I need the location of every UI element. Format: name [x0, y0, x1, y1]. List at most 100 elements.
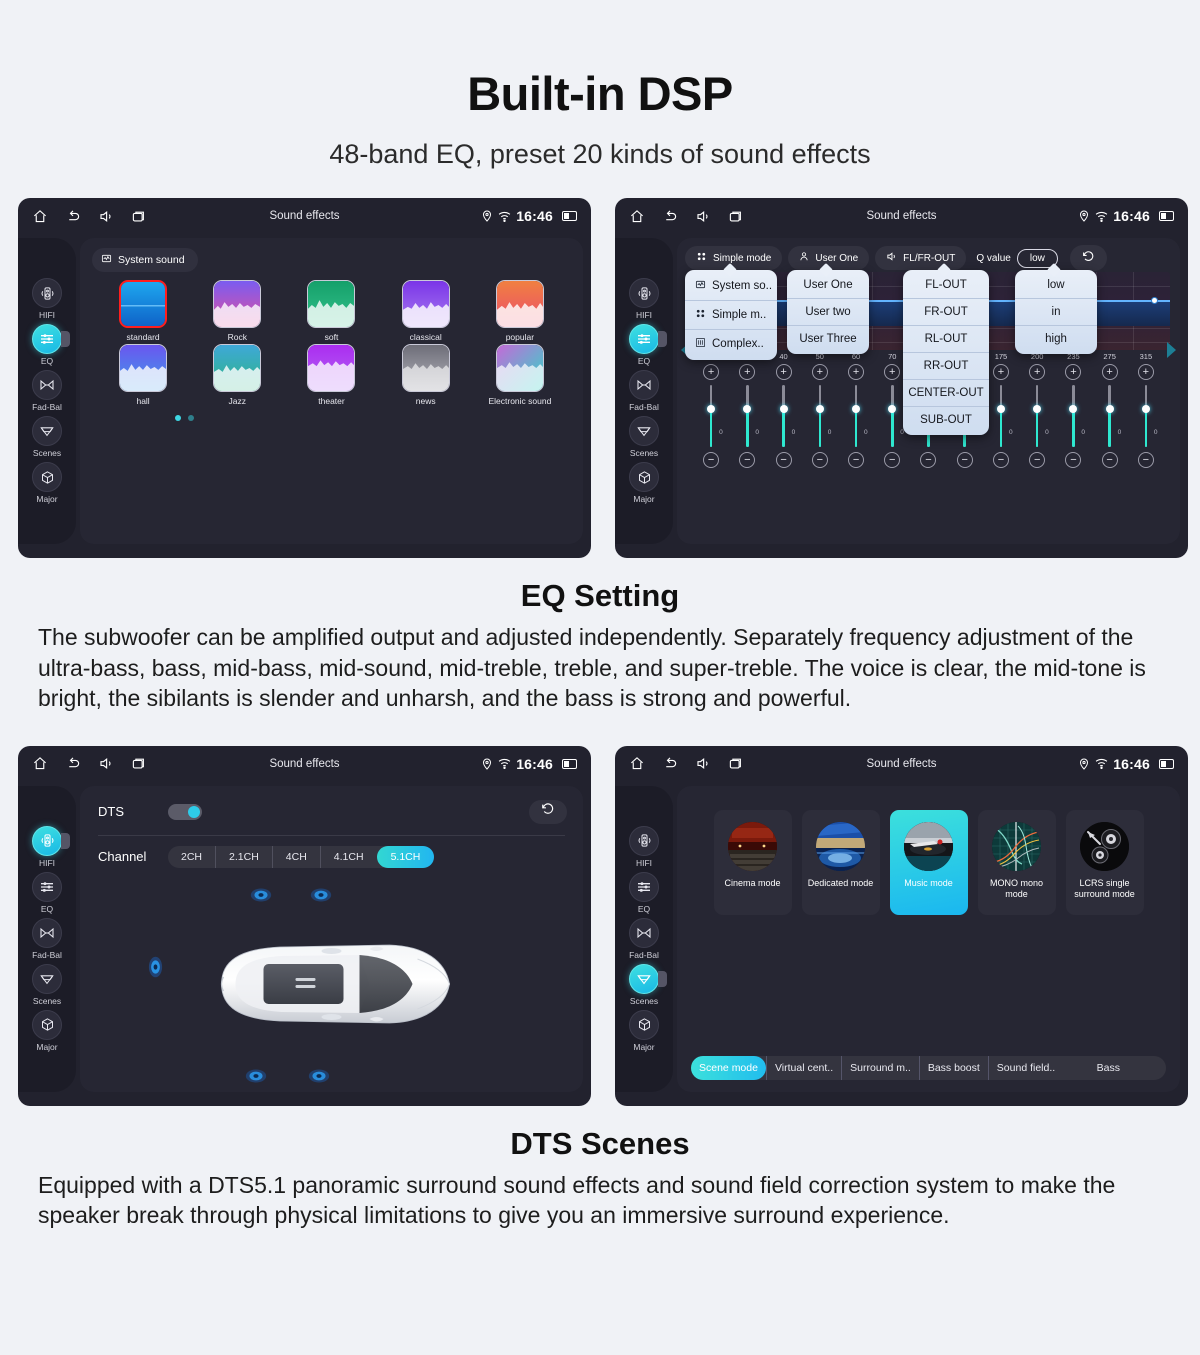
decrease-button[interactable]: −: [1065, 452, 1082, 468]
increase-button[interactable]: +: [739, 364, 756, 380]
tab-virtual-center[interactable]: Virtual cent..: [765, 1055, 841, 1080]
sidebar-item-scenes[interactable]: Scenes: [615, 963, 673, 1006]
menu-item[interactable]: high: [1015, 325, 1097, 352]
menu-item[interactable]: User One: [787, 272, 869, 298]
menu-item[interactable]: Simple m..: [685, 300, 777, 329]
menu-item[interactable]: Complex..: [685, 329, 777, 358]
speaker-cone-icon[interactable]: [147, 956, 164, 978]
eq-slider[interactable]: +0 −: [802, 364, 838, 468]
menu-item[interactable]: User Three: [787, 325, 869, 352]
system-sound-chip[interactable]: System sound: [92, 248, 198, 272]
eq-slider[interactable]: +0 −: [1019, 364, 1055, 468]
channel-option-2ch[interactable]: 2CH: [168, 846, 215, 868]
increase-button[interactable]: +: [1029, 364, 1046, 380]
slider-track[interactable]: [779, 385, 788, 447]
menu-item[interactable]: RR-OUT: [903, 352, 989, 379]
sidebar-item-fad-bal[interactable]: Fad-Bal: [615, 370, 673, 412]
menu-item[interactable]: User two: [787, 298, 869, 325]
slider-track[interactable]: [1033, 385, 1042, 447]
decrease-button[interactable]: −: [775, 452, 792, 468]
slider-track[interactable]: [888, 385, 897, 447]
increase-button[interactable]: +: [703, 364, 720, 380]
menu-item[interactable]: low: [1015, 272, 1097, 298]
preset-item[interactable]: standard: [96, 280, 190, 342]
sidebar-item-scenes[interactable]: Scenes: [615, 416, 673, 458]
tab-bass[interactable]: Bass: [1089, 1056, 1128, 1080]
increase-button[interactable]: +: [775, 364, 792, 380]
sidebar-item-fad-bal[interactable]: Fad-Bal: [18, 917, 76, 960]
slider-knob[interactable]: [779, 405, 788, 413]
back-icon[interactable]: [662, 209, 678, 224]
sidebar-item-eq[interactable]: EQ: [18, 871, 76, 914]
menu-item[interactable]: SUB-OUT: [903, 406, 989, 433]
sidebar-item-hifi[interactable]: HIFI: [615, 278, 673, 320]
eq-slider[interactable]: +0 −: [693, 364, 729, 468]
slider-track[interactable]: [996, 385, 1005, 447]
increase-button[interactable]: +: [811, 364, 828, 380]
preset-item[interactable]: Electronic sound: [473, 344, 567, 406]
slider-knob[interactable]: [852, 405, 861, 413]
recents-icon[interactable]: [728, 209, 744, 224]
channel-option-41ch[interactable]: 4.1CH: [319, 845, 377, 868]
home-icon[interactable]: [629, 756, 645, 771]
sidebar-item-eq[interactable]: EQ: [18, 324, 76, 366]
back-icon[interactable]: [65, 756, 81, 771]
page-dot[interactable]: [188, 415, 194, 421]
recents-icon[interactable]: [131, 756, 147, 771]
home-icon[interactable]: [32, 209, 48, 224]
slider-knob[interactable]: [1033, 405, 1042, 413]
home-icon[interactable]: [32, 756, 48, 771]
slider-track[interactable]: [743, 385, 752, 447]
slider-knob[interactable]: [1105, 405, 1114, 413]
slider-knob[interactable]: [743, 405, 752, 413]
slider-track[interactable]: [1105, 385, 1114, 447]
decrease-button[interactable]: −: [956, 452, 973, 468]
q-value-dropdown-menu[interactable]: low in high: [1015, 262, 1097, 354]
menu-item[interactable]: System so..: [685, 272, 777, 300]
sidebar-item-hifi[interactable]: HIFI: [615, 825, 673, 868]
slider-track[interactable]: [1141, 385, 1150, 447]
decrease-button[interactable]: −: [884, 452, 901, 468]
home-icon[interactable]: [629, 209, 645, 224]
decrease-button[interactable]: −: [1029, 452, 1046, 468]
eq-slider[interactable]: +0 −: [1092, 364, 1128, 468]
eq-slider[interactable]: +0 −: [838, 364, 874, 468]
decrease-button[interactable]: −: [703, 452, 720, 468]
menu-item[interactable]: RL-OUT: [903, 325, 989, 352]
recents-icon[interactable]: [131, 209, 147, 224]
decrease-button[interactable]: −: [920, 452, 937, 468]
decrease-button[interactable]: −: [739, 452, 756, 468]
preset-item[interactable]: Jazz: [190, 344, 284, 406]
eq-slider[interactable]: +0 −: [765, 364, 801, 468]
menu-item[interactable]: in: [1015, 298, 1097, 325]
volume-icon[interactable]: [98, 756, 114, 771]
sidebar-item-hifi[interactable]: HIFI: [18, 825, 76, 868]
scene-card-cinema[interactable]: Cinema mode: [713, 809, 792, 915]
tab-sound-field[interactable]: Sound field..: [987, 1055, 1063, 1080]
decrease-button[interactable]: −: [811, 452, 828, 468]
speaker-cone-icon[interactable]: [308, 1068, 330, 1084]
volume-icon[interactable]: [695, 756, 711, 771]
preset-item[interactable]: classical: [379, 280, 473, 342]
sidebar-item-fad-bal[interactable]: Fad-Bal: [615, 917, 673, 960]
mode-dropdown-menu[interactable]: System so.. Simple m.. Complex..: [685, 262, 777, 360]
increase-button[interactable]: +: [1065, 364, 1082, 380]
sidebar-item-eq[interactable]: EQ: [615, 324, 673, 366]
decrease-button[interactable]: −: [848, 452, 865, 468]
tab-bass-boost[interactable]: Bass boost: [918, 1055, 988, 1080]
next-page-arrow-icon[interactable]: [1167, 342, 1176, 358]
user-dropdown-menu[interactable]: User One User two User Three: [787, 262, 869, 354]
menu-item[interactable]: FR-OUT: [903, 298, 989, 325]
decrease-button[interactable]: −: [1137, 452, 1154, 468]
sidebar-item-major[interactable]: Major: [18, 1009, 76, 1052]
output-dropdown-menu[interactable]: FL-OUT FR-OUT RL-OUT RR-OUT CENTER-OUT S…: [903, 262, 989, 435]
preset-item[interactable]: popular: [473, 280, 567, 342]
sidebar-item-major[interactable]: Major: [18, 462, 76, 504]
preset-item[interactable]: Rock: [190, 280, 284, 342]
sidebar-item-scenes[interactable]: Scenes: [18, 963, 76, 1006]
eq-node[interactable]: [1150, 297, 1158, 304]
volume-icon[interactable]: [695, 209, 711, 224]
menu-item[interactable]: CENTER-OUT: [903, 379, 989, 406]
scene-card-dedicated[interactable]: Dedicated mode: [801, 809, 880, 915]
sidebar-item-hifi[interactable]: HIFI: [18, 278, 76, 320]
